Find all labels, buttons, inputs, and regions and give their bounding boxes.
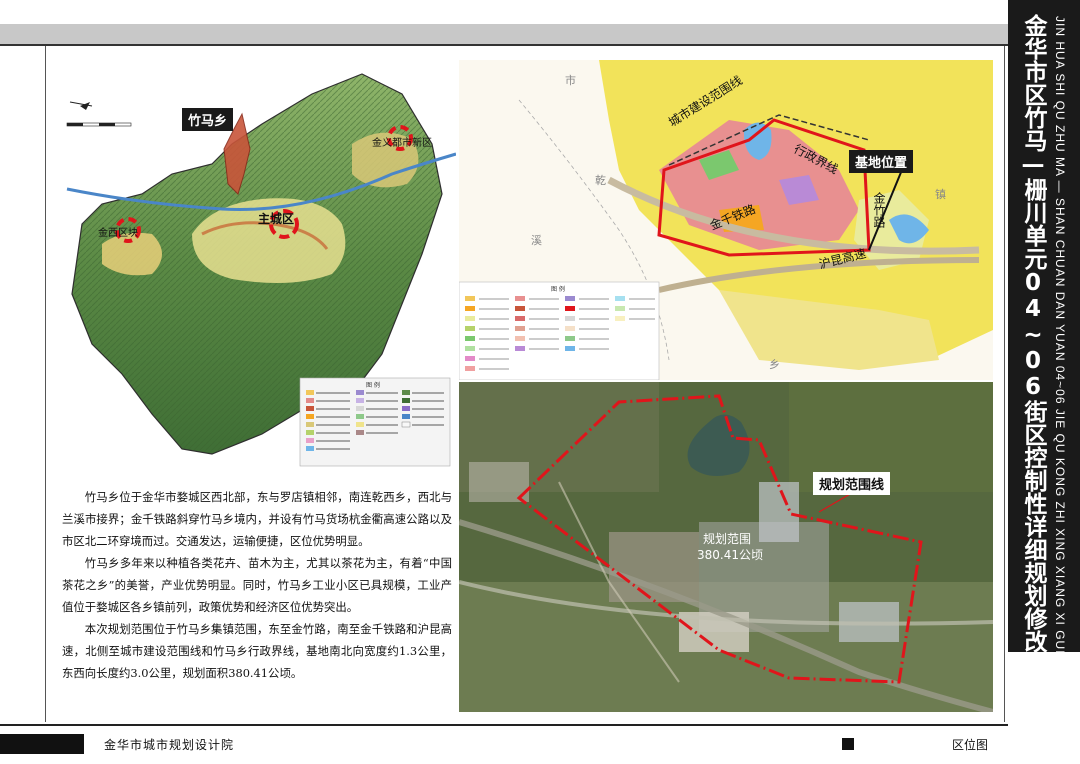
top-gray-bar xyxy=(0,24,1008,44)
regional-legend xyxy=(299,377,451,467)
regional-map-panel: 图 例 竹马乡 金义都市新区 主城区 金西区块 xyxy=(62,54,456,468)
landuse-map-panel: 图 例 城市建设范围线 行政界线 基地位置 金竹路 金千铁路 沪昆高速 市 乾 … xyxy=(459,60,993,380)
boundary-label: 规划范围线 xyxy=(813,472,891,495)
description: 竹马乡位于金华市婺城区西北部，东与罗店镇相邻，南连乾西乡，西北与兰溪市接界；金千… xyxy=(62,486,452,684)
place-label-xiang: 乡 xyxy=(769,358,780,371)
jinzhu-road-label: 金竹路 xyxy=(872,192,886,228)
place-label-zhen: 镇 xyxy=(935,188,946,201)
footer-institute: 金华市城市规划设计院 xyxy=(104,738,235,752)
scale-bar-icon xyxy=(66,122,132,127)
description-paragraph: 竹马乡多年来以种植各类花卉、苗木为主，尤其以茶花为主，有着“中国茶花之乡”的美誉… xyxy=(62,556,452,614)
town-center xyxy=(609,532,699,602)
area-value-label: 380.41公顷 xyxy=(697,548,763,562)
bottom-divider xyxy=(0,724,1008,726)
page: 图 例 竹马乡 金义都市新区 主城区 金西区块 图 例 城市建设范围线 行政界线… xyxy=(0,0,1080,764)
place-label-shi: 市 xyxy=(565,74,576,87)
page-title: 金华市区竹马—栅川单元04~06街区控制性详细规划修改 xyxy=(1020,14,1046,653)
footer-drawing-name: 区位图 xyxy=(952,738,989,752)
place-label-xi: 溪 xyxy=(531,234,542,247)
jinxi-label: 金西区块 xyxy=(98,228,138,239)
jinxi-area xyxy=(102,232,162,276)
description-paragraph: 本次规划范围位于竹马乡集镇范围，东至金竹路，南至金千铁路和沪昆高速，北侧至城市建… xyxy=(62,622,452,680)
place-label-qian: 乾 xyxy=(595,174,606,187)
regional-map xyxy=(66,73,456,467)
factory-roofs xyxy=(759,482,799,542)
description-paragraph: 竹马乡位于金华市婺城区西北部，东与罗店镇相邻，南连乾西乡，西北与兰溪市接界；金千… xyxy=(62,490,452,548)
landuse-legend xyxy=(459,281,660,380)
page-title-pinyin: JIN HUA SHI QU ZHU MA — SHAN CHUAN DAN Y… xyxy=(1053,16,1067,742)
zhuma-label: 竹马乡 xyxy=(182,108,234,131)
regional-legend-title: 图 例 xyxy=(366,382,380,389)
jinyi-label: 金义都市新区 xyxy=(372,138,432,149)
base-location-label: 基地位置 xyxy=(849,150,914,173)
compass-icon xyxy=(69,101,93,110)
footer-square-icon xyxy=(842,738,854,750)
satellite-panel: 规划范围线 规划范围 380.41公顷 xyxy=(459,382,993,712)
landuse-legend-title: 图 例 xyxy=(551,286,565,293)
footer-black-block xyxy=(0,734,84,754)
main-city-label: 主城区 xyxy=(258,212,295,226)
area-title-label: 规划范围 xyxy=(703,532,752,546)
